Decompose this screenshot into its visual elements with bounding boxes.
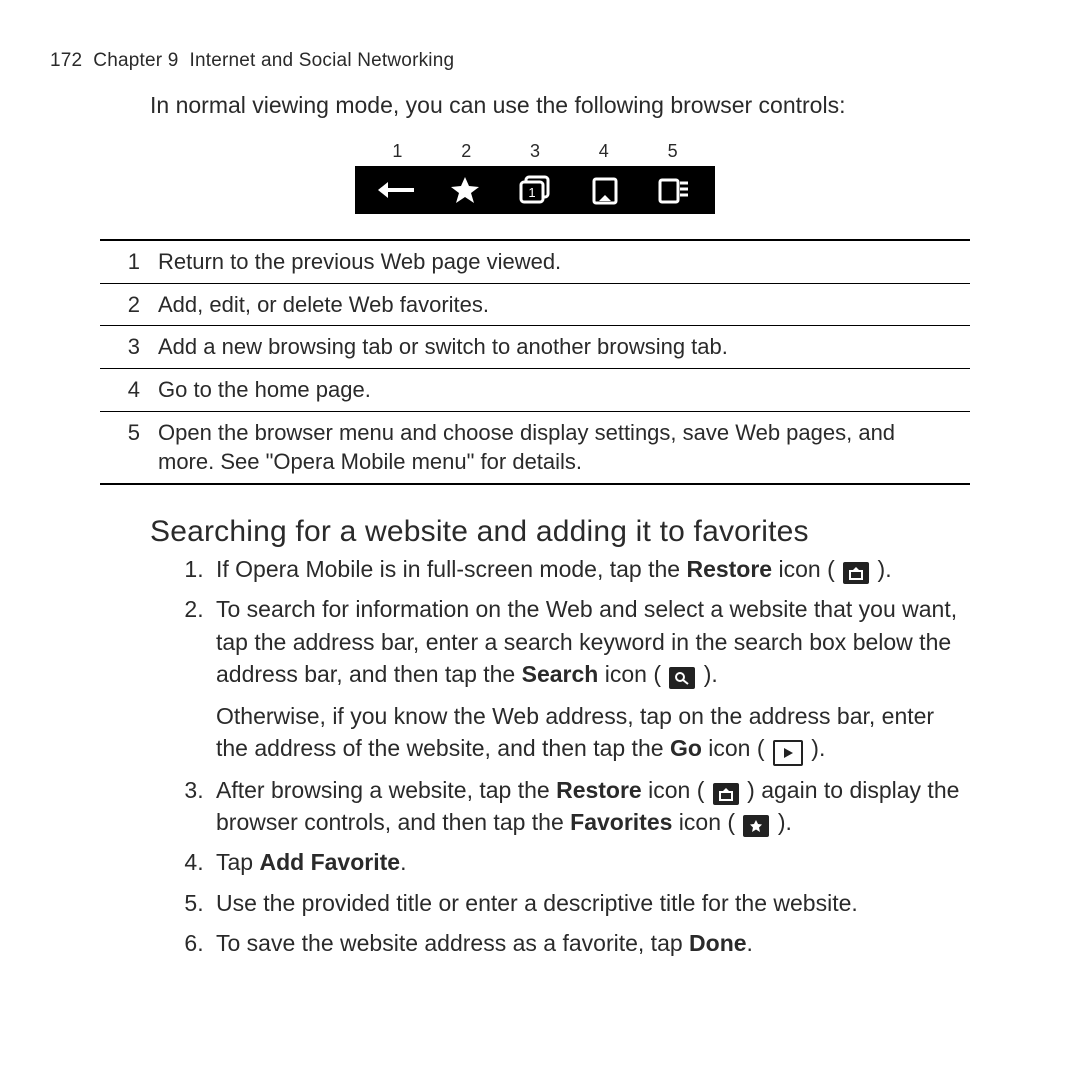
step-5: Use the provided title or enter a descri… (210, 887, 970, 919)
search-icon (669, 667, 695, 689)
toolbar-label-1: 1 (392, 141, 402, 162)
toolbar-label-2: 2 (461, 141, 471, 162)
add-favorite-label: Add Favorite (259, 849, 400, 875)
chapter-label: Chapter 9 (93, 50, 178, 71)
control-description: Return to the previous Web page viewed. (158, 247, 970, 277)
control-number: 1 (100, 247, 158, 277)
table-row: 3 Add a new browsing tab or switch to an… (100, 326, 970, 369)
toolbar-label-4: 4 (599, 141, 609, 162)
svg-text:1: 1 (528, 185, 535, 200)
table-row: 4 Go to the home page. (100, 369, 970, 412)
star-icon (435, 171, 495, 209)
control-number: 5 (100, 418, 158, 477)
toolbar-figure: 1 2 3 4 5 1 (50, 141, 1020, 214)
steps-list: If Opera Mobile is in full-screen mode, … (210, 553, 970, 959)
control-description: Add, edit, or delete Web favorites. (158, 290, 970, 320)
control-number: 3 (100, 332, 158, 362)
page-number: 172 (50, 50, 82, 71)
table-row: 5 Open the browser menu and choose displ… (100, 412, 970, 485)
control-description: Go to the home page. (158, 375, 970, 405)
section-heading: Searching for a website and adding it to… (150, 515, 970, 549)
go-label: Go (670, 735, 702, 761)
step-2-alt: Otherwise, if you know the Web address, … (216, 700, 970, 766)
chapter-title: Internet and Social Networking (190, 50, 455, 71)
toolbar-label-5: 5 (668, 141, 678, 162)
table-row: 2 Add, edit, or delete Web favorites. (100, 284, 970, 327)
tabs-icon: 1 (505, 171, 565, 209)
favorites-icon (743, 815, 769, 837)
step-6: To save the website address as a favorit… (210, 927, 970, 959)
restore-icon (713, 783, 739, 805)
running-header: 172 Chapter 9 Internet and Social Networ… (50, 50, 1020, 72)
step-3: After browsing a website, tap the Restor… (210, 774, 970, 838)
step-2: To search for information on the Web and… (210, 593, 970, 766)
restore-icon (843, 562, 869, 584)
done-label: Done (689, 930, 747, 956)
control-description: Add a new browsing tab or switch to anot… (158, 332, 970, 362)
step-1: If Opera Mobile is in full-screen mode, … (210, 553, 970, 585)
step-4: Tap Add Favorite. (210, 846, 970, 878)
menu-icon (644, 171, 704, 209)
back-arrow-icon (366, 171, 426, 209)
control-number: 4 (100, 375, 158, 405)
restore-label: Restore (556, 777, 642, 803)
control-description: Open the browser menu and choose display… (158, 418, 970, 477)
control-number: 2 (100, 290, 158, 320)
controls-table: 1 Return to the previous Web page viewed… (100, 239, 970, 485)
intro-text: In normal viewing mode, you can use the … (150, 90, 1020, 121)
home-icon (575, 171, 635, 209)
go-icon (773, 740, 803, 766)
search-label: Search (522, 661, 599, 687)
toolbar-label-3: 3 (530, 141, 540, 162)
restore-label: Restore (686, 556, 772, 582)
table-row: 1 Return to the previous Web page viewed… (100, 241, 970, 284)
favorites-label: Favorites (570, 809, 672, 835)
